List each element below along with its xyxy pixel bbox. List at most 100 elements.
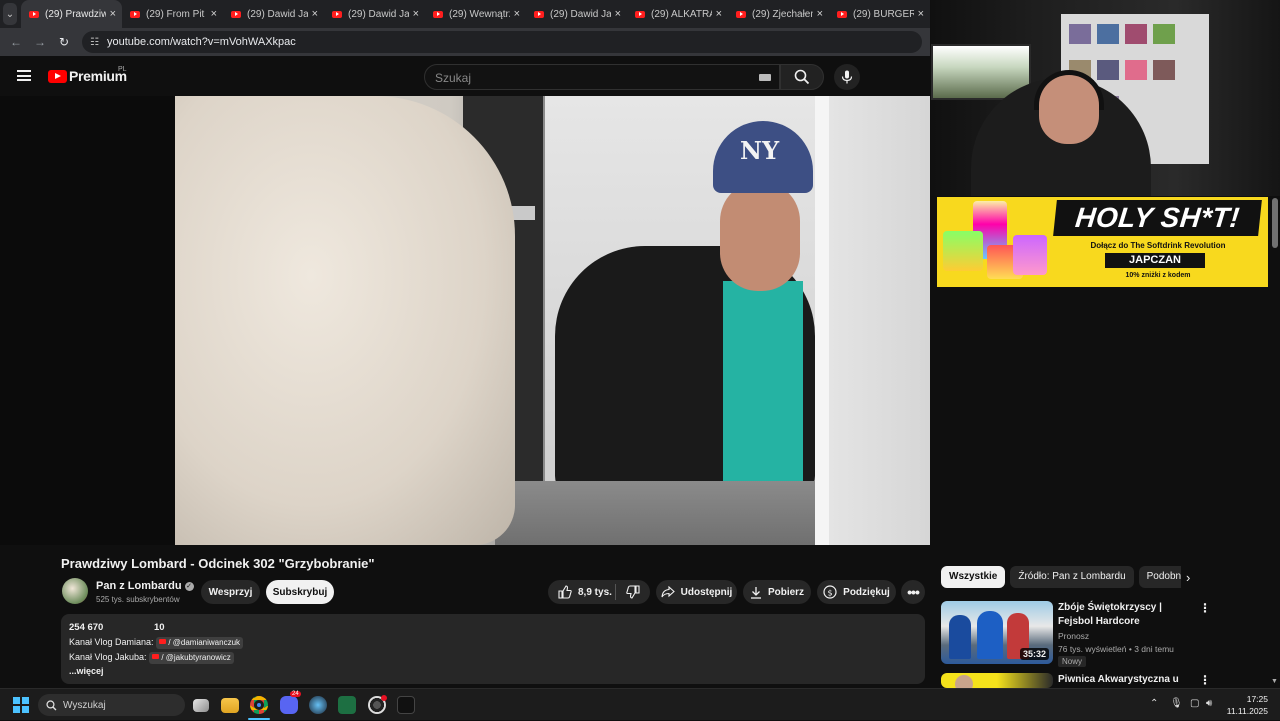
- menu-hamburger-icon[interactable]: [17, 70, 31, 81]
- channel-name[interactable]: Pan z Lombardu ✓: [96, 580, 194, 592]
- url-text: youtube.com/watch?v=mVohWAXkpac: [106, 36, 296, 48]
- show-more-link[interactable]: ...więcej: [69, 666, 917, 676]
- recommendation-title[interactable]: Piwnica Akwarystyczna u: [1058, 673, 1198, 687]
- youtube-mini-icon: [159, 639, 167, 644]
- tab-close-icon[interactable]: ×: [413, 8, 419, 20]
- tabs-container: (29) Prawdziwy×(29) From Pit L× (29) Dawi…: [21, 0, 930, 28]
- recommendation-channel[interactable]: Pronosz: [1058, 631, 1089, 641]
- browser-tab[interactable]: (29) Dawid Jas ×: [526, 0, 627, 28]
- youtube-favicon-icon: [332, 10, 342, 18]
- browser-tab[interactable]: (29) BURGER K ×: [829, 0, 930, 28]
- tab-close-icon[interactable]: ×: [716, 8, 722, 20]
- scrollbar-thumb[interactable]: [1272, 198, 1278, 248]
- customer-shirt: [723, 281, 803, 491]
- browser-tab[interactable]: (29) Wewnątrz ×: [425, 0, 526, 28]
- video-description[interactable]: 254 670 10 Kanał Vlog Damiana: / @damian…: [61, 614, 925, 684]
- file-explorer-icon[interactable]: [221, 698, 239, 713]
- chevron-up-icon[interactable]: ⌃: [1150, 698, 1158, 709]
- ad-subtitle: Dołącz do The Softdrink Revolution: [1090, 241, 1226, 250]
- browser-tab[interactable]: (29) Dawid Jas ×: [223, 0, 324, 28]
- thanks-heart-dollar-icon: $: [823, 585, 837, 599]
- discord-icon[interactable]: [280, 696, 298, 714]
- search-input[interactable]: Szukaj: [424, 64, 780, 90]
- channel-handle-link[interactable]: / @jakubtyranowicz: [161, 653, 230, 662]
- windows-start-icon[interactable]: [13, 697, 29, 713]
- thanks-button[interactable]: $ Podziękuj: [817, 580, 896, 604]
- tab-close-icon[interactable]: ×: [615, 8, 621, 20]
- browser-tab[interactable]: (29) Dawid Jas ×: [324, 0, 425, 28]
- channel-name-text[interactable]: Pan z Lombardu: [96, 580, 182, 592]
- more-vertical-icon[interactable]: ⋮: [1199, 601, 1211, 615]
- share-button[interactable]: Udostępnij: [656, 580, 737, 604]
- tab-close-icon[interactable]: ×: [817, 8, 823, 20]
- tab-close-icon[interactable]: ×: [918, 8, 924, 20]
- address-bar[interactable]: ☷ youtube.com/watch?v=mVohWAXkpac: [82, 31, 922, 53]
- recommendation-item[interactable]: Piwnica Akwarystyczna u ⋮: [941, 673, 1261, 688]
- browser-tab[interactable]: (29) From Pit L ×: [122, 0, 223, 28]
- browser-tab[interactable]: (29) Prawdziwy ×: [21, 0, 122, 28]
- scroll-down-arrow-icon[interactable]: ▼: [1271, 678, 1278, 685]
- dislike-button[interactable]: [616, 580, 650, 604]
- filter-chip[interactable]: Źródło: Pan z Lombardu: [1010, 566, 1134, 588]
- tab-close-icon[interactable]: ×: [312, 8, 318, 20]
- channel-avatar[interactable]: [62, 578, 88, 604]
- discord-notification-badge: 24: [290, 691, 301, 697]
- filter-chip[interactable]: Wszystkie: [941, 566, 1006, 588]
- youtube-logo-icon[interactable]: [48, 70, 67, 83]
- join-button[interactable]: Wesprzyj: [201, 580, 260, 604]
- tab-close-icon[interactable]: ×: [211, 8, 217, 20]
- thumbs-up-icon: [558, 585, 572, 599]
- chrome-icon[interactable]: [250, 696, 268, 714]
- channel-link-chip[interactable]: / @damianiwanczuk: [156, 637, 244, 649]
- tab-close-icon[interactable]: ×: [110, 8, 116, 20]
- more-actions-button[interactable]: •••: [901, 580, 925, 604]
- tab-search-dropdown-icon[interactable]: ⌄: [3, 3, 17, 25]
- youtube-masthead: Premium PL Szukaj: [0, 56, 930, 96]
- tab-close-icon[interactable]: ×: [514, 8, 520, 20]
- video-thumbnail[interactable]: 35:32: [941, 601, 1053, 664]
- more-vertical-icon[interactable]: ⋮: [1199, 673, 1211, 687]
- shelf-item: [1153, 24, 1175, 44]
- video-thumbnail[interactable]: [941, 673, 1053, 688]
- tab-title: (29) Dawid Jas: [348, 8, 409, 20]
- channel-handle-link[interactable]: / @damianiwanczuk: [168, 638, 240, 647]
- logo-pane: [22, 697, 29, 704]
- chevron-right-icon[interactable]: ›: [1186, 570, 1190, 585]
- browser-toolbar: ← → ↻ ☷ youtube.com/watch?v=mVohWAXkpac: [0, 28, 930, 56]
- back-arrow-icon[interactable]: ←: [4, 35, 28, 49]
- steam-icon[interactable]: [309, 696, 327, 714]
- video-duration: 35:32: [1019, 648, 1049, 660]
- like-count: 8,9 tys.: [578, 586, 612, 598]
- volume-icon[interactable]: 🔊︎: [1206, 698, 1212, 709]
- task-view-icon[interactable]: [193, 699, 209, 712]
- tab-title: (29) Zjechałem: [752, 8, 813, 20]
- browser-tab[interactable]: (29) Zjechałem ×: [728, 0, 829, 28]
- shelf-item: [1153, 60, 1175, 80]
- webcam-overlay: [931, 0, 1280, 196]
- search-button[interactable]: [780, 64, 824, 90]
- download-button[interactable]: Pobierz: [743, 580, 811, 604]
- recommendation-item[interactable]: 35:32 Zbóje Świętokrzyscy | Fejsbol Hard…: [941, 601, 1261, 669]
- clock-date[interactable]: 11.11.2025: [1227, 706, 1268, 716]
- tab-title: (29) ALKATRAZ: [651, 8, 712, 20]
- display-icon[interactable]: ▢: [1190, 698, 1199, 709]
- clock-time[interactable]: 17:25: [1247, 694, 1268, 704]
- voice-search-button[interactable]: [834, 64, 860, 90]
- site-settings-icon[interactable]: ☷: [90, 37, 99, 48]
- keyboard-icon[interactable]: [759, 74, 771, 81]
- forward-arrow-icon[interactable]: →: [28, 35, 52, 49]
- page-scrollbar[interactable]: [1270, 196, 1280, 688]
- filter-chip[interactable]: Podobne: [1138, 566, 1181, 588]
- excel-icon[interactable]: [338, 696, 356, 714]
- channel-link-chip[interactable]: / @jakubtyranowicz: [149, 652, 234, 664]
- comment-count: 10: [153, 622, 165, 633]
- recommendation-title[interactable]: Zbóje Świętokrzyscy | Fejsbol Hardcore: [1058, 601, 1198, 629]
- video-player[interactable]: NY: [0, 96, 930, 545]
- reload-icon[interactable]: ↻: [52, 35, 76, 49]
- capcut-icon[interactable]: [397, 696, 415, 714]
- youtube-favicon-icon: [433, 10, 443, 18]
- subscribe-button[interactable]: Subskrybuj: [266, 580, 334, 604]
- browser-tab[interactable]: (29) ALKATRAZ ×: [627, 0, 728, 28]
- microphone-icon[interactable]: 🎙︎: [1170, 698, 1183, 709]
- taskbar-search[interactable]: Wyszukaj: [38, 694, 185, 716]
